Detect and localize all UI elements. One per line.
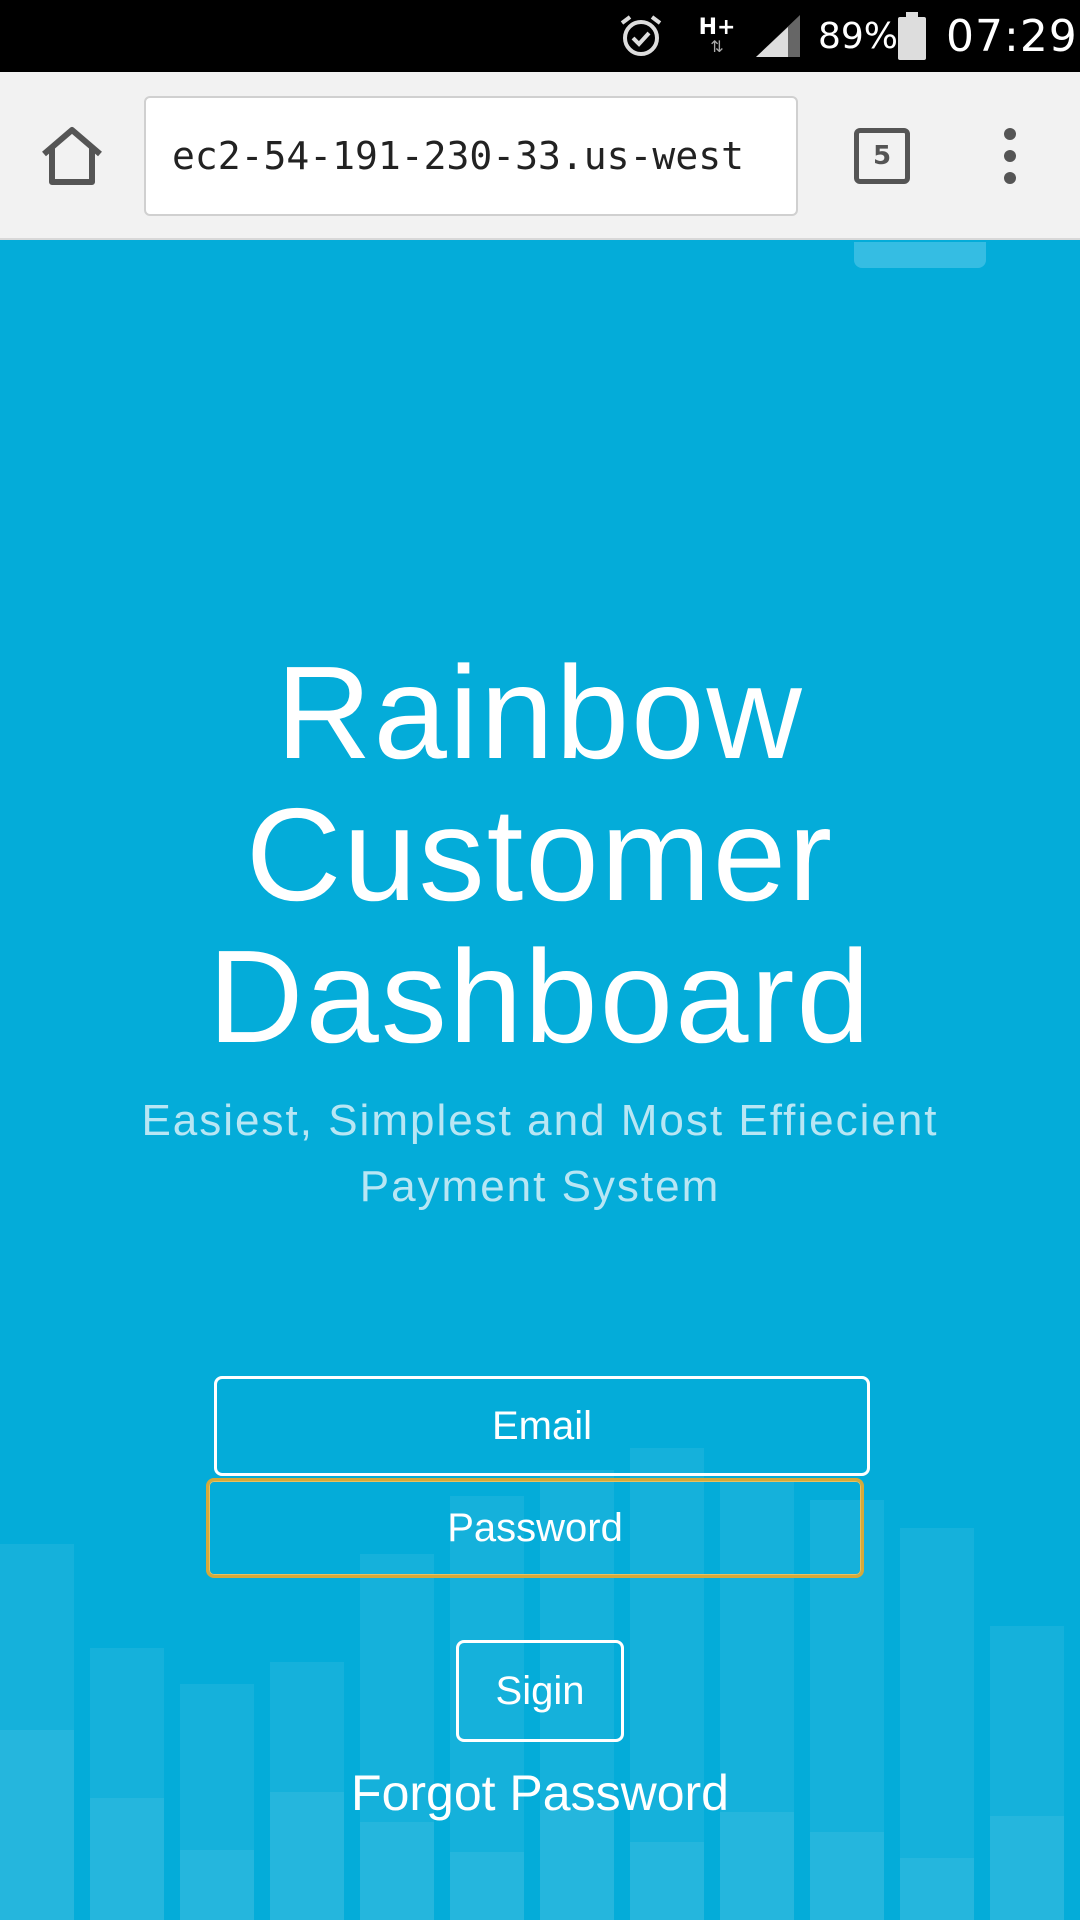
password-field[interactable] (206, 1478, 864, 1578)
signal-icon (754, 0, 804, 72)
clock: 07:29 (946, 10, 1078, 62)
network-arrows-icon: H+ ⇅ (698, 15, 736, 56)
status-bar: H+ ⇅ 89% 07:29 (0, 0, 1080, 72)
login-page: Rainbow Customer Dashboard Easiest, Simp… (0, 242, 1080, 1920)
forgot-password-link[interactable]: Forgot Password (0, 1764, 1080, 1822)
title-line-1: Rainbow (276, 639, 804, 786)
browser-toolbar: ec2-54-191-230-33.us-west 5 (0, 72, 1080, 240)
url-bar[interactable]: ec2-54-191-230-33.us-west (144, 96, 798, 216)
signin-button[interactable]: Sigin (456, 1640, 624, 1742)
page-title: Rainbow Customer Dashboard (0, 642, 1080, 1068)
battery-icon (898, 0, 928, 72)
email-field[interactable] (214, 1376, 870, 1476)
alarm-icon (618, 0, 668, 72)
tabs-button[interactable]: 5 (854, 128, 910, 184)
title-line-3: Dashboard (208, 923, 872, 1070)
tab-count: 5 (872, 141, 892, 171)
page-subtitle: Easiest, Simplest and Most Effiecient Pa… (141, 1096, 939, 1211)
url-text: ec2-54-191-230-33.us-west (172, 134, 744, 178)
title-line-2: Customer (245, 781, 835, 928)
home-icon (42, 127, 102, 185)
network-type: H+ (698, 15, 736, 40)
battery-percent: 89% (818, 15, 899, 57)
overflow-menu-icon[interactable] (990, 122, 1030, 190)
home-button[interactable] (36, 124, 108, 188)
